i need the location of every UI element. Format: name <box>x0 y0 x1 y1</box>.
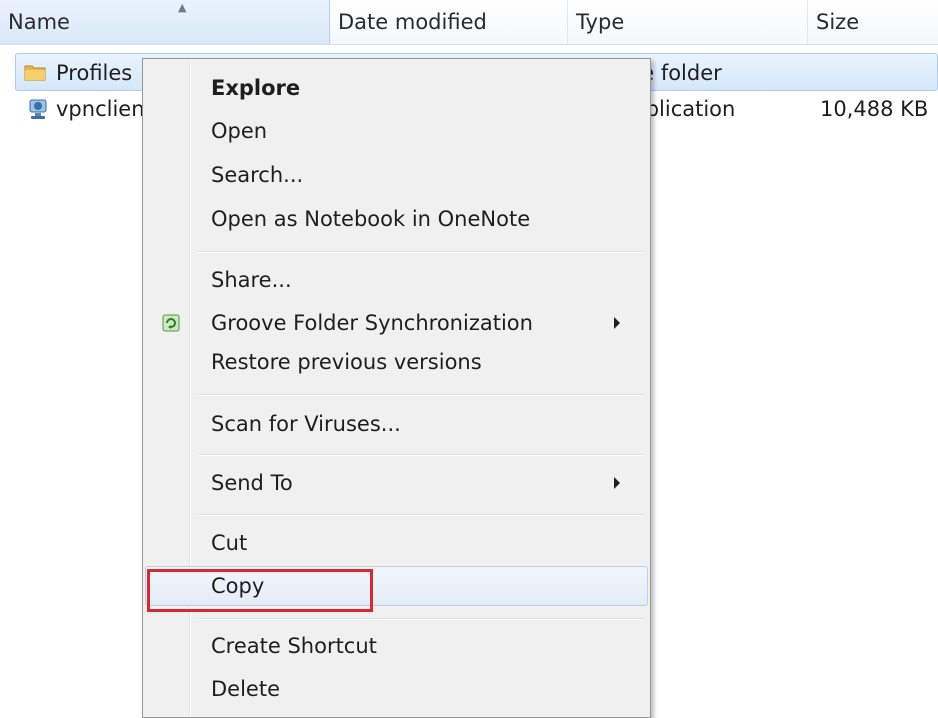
column-header-bar: Name ▲ Date modified Type Size <box>0 0 938 45</box>
menu-item-search[interactable]: Search... <box>145 155 648 195</box>
column-header-size[interactable]: Size <box>808 0 938 44</box>
menu-item-label: Explore <box>211 76 301 100</box>
menu-item-scan-viruses[interactable]: Scan for Viruses... <box>145 404 648 444</box>
menu-item-explore[interactable]: Explore <box>145 68 648 108</box>
annotation-highlight-box <box>147 569 373 612</box>
menu-item-restore-versions[interactable]: Restore previous versions <box>145 342 648 382</box>
menu-separator <box>199 394 644 396</box>
menu-item-label: Delete <box>211 677 280 701</box>
menu-item-open-onenote[interactable]: Open as Notebook in OneNote <box>145 199 648 239</box>
menu-item-label: Scan for Viruses... <box>211 412 401 436</box>
file-size: 10,488 KB <box>820 97 929 121</box>
vpn-app-icon <box>29 99 47 119</box>
menu-separator <box>199 514 644 516</box>
column-header-date-modified[interactable]: Date modified <box>330 0 568 44</box>
menu-item-groove-sync[interactable]: Groove Folder Synchronization <box>145 303 648 343</box>
submenu-arrow-icon <box>614 477 620 489</box>
menu-item-share[interactable]: Share... <box>145 260 648 300</box>
menu-item-label: Cut <box>211 531 248 555</box>
file-name: vpnclient <box>56 97 153 121</box>
menu-item-label: Restore previous versions <box>211 350 482 374</box>
folder-icon <box>24 65 46 81</box>
menu-item-delete[interactable]: Delete <box>145 669 648 709</box>
menu-separator <box>199 251 644 253</box>
column-header-name[interactable]: Name ▲ <box>0 0 330 44</box>
menu-separator <box>199 618 644 620</box>
menu-item-create-shortcut[interactable]: Create Shortcut <box>145 626 648 666</box>
column-name-label: Name <box>8 10 70 34</box>
sort-ascending-icon: ▲ <box>178 1 187 14</box>
groove-icon <box>162 314 180 332</box>
menu-item-label: Groove Folder Synchronization <box>211 311 533 335</box>
menu-item-label: Send To <box>211 471 293 495</box>
menu-separator <box>199 454 644 456</box>
file-name: Profiles <box>56 61 133 85</box>
menu-item-open[interactable]: Open <box>145 111 648 151</box>
menu-item-label: Open as Notebook in OneNote <box>211 207 531 231</box>
menu-item-cut[interactable]: Cut <box>145 523 648 563</box>
column-header-type[interactable]: Type <box>568 0 808 44</box>
menu-item-label: Open <box>211 119 268 143</box>
column-type-label: Type <box>576 10 625 34</box>
menu-item-label: Search... <box>211 163 304 187</box>
menu-item-label: Create Shortcut <box>211 634 377 658</box>
submenu-arrow-icon <box>614 317 620 329</box>
column-date-label: Date modified <box>338 10 487 34</box>
column-size-label: Size <box>816 10 860 34</box>
context-menu: Explore Open Search... Open as Notebook … <box>142 58 651 718</box>
menu-item-send-to[interactable]: Send To <box>145 463 648 503</box>
menu-item-label: Share... <box>211 268 292 292</box>
